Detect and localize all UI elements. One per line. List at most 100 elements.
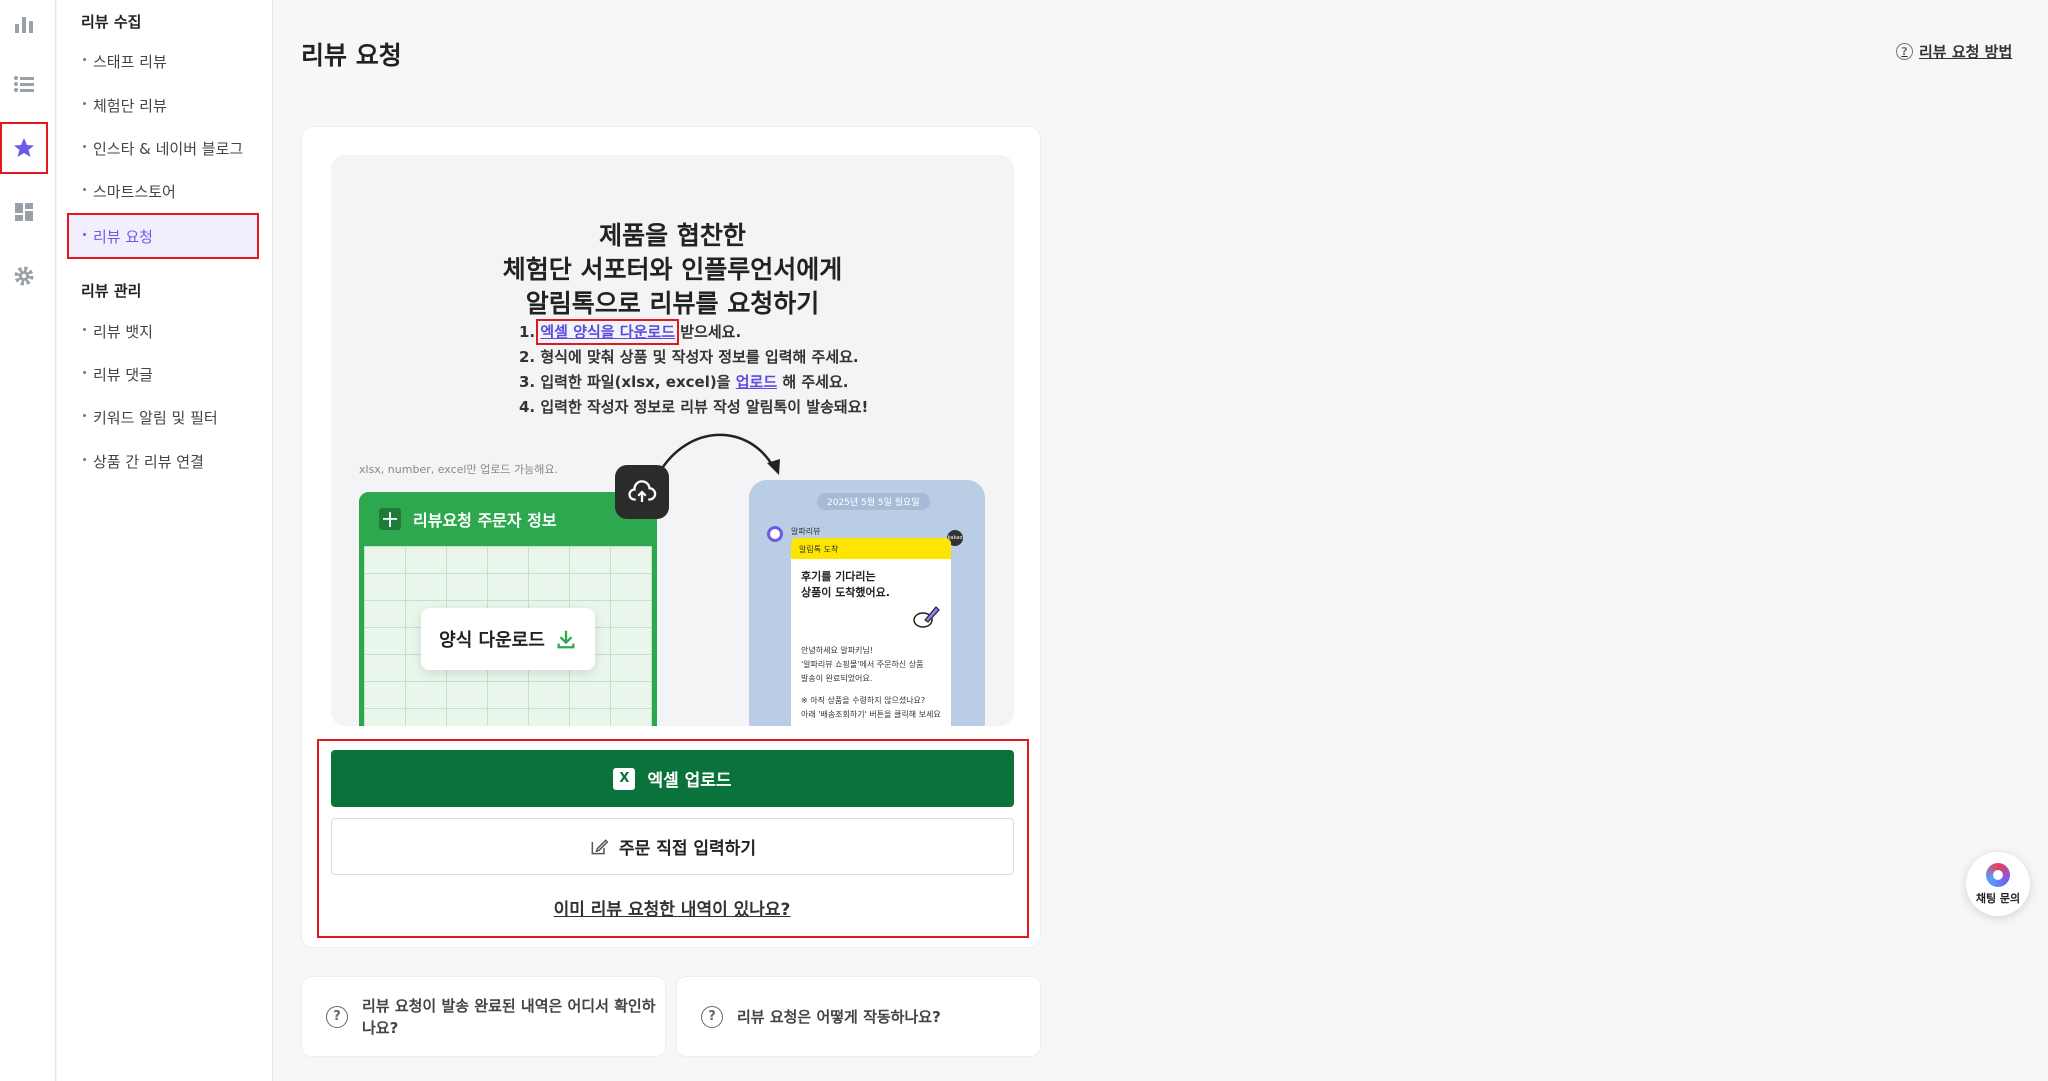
- page-title: 리뷰 요청: [301, 41, 402, 70]
- bullet-icon: [83, 233, 86, 236]
- question-icon: ?: [326, 1005, 348, 1028]
- sender-avatar: [767, 526, 783, 542]
- sheet-title: 리뷰요청 주문자 정보: [413, 511, 557, 530]
- reviews-list-nav[interactable]: [2, 60, 46, 108]
- bullet-icon: [83, 188, 86, 191]
- settings-nav[interactable]: [2, 252, 46, 300]
- faq-question: 리뷰 요청이 발송 완료된 내역은 어디서 확인하나요?: [362, 996, 656, 1037]
- bullet-icon: [83, 102, 86, 105]
- menu-item-label: 키워드 알림 및 필터: [93, 408, 218, 427]
- menu-item-label: 스태프 리뷰: [93, 52, 167, 71]
- phone-illustration: 2025년 5월 5일 월요일 알파리뷰 kakao 알림톡 도착 후기를 기다…: [749, 480, 985, 726]
- message-body-line: 아래 '배송조회하기' 버튼을 클릭해 보세요: [801, 710, 941, 719]
- chat-inquiry-button[interactable]: 채팅 문의: [1966, 852, 2030, 916]
- message-body-line: 안녕하세요 알파키님!: [801, 646, 873, 655]
- message-headline-line: 상품이 도착했어요.: [801, 586, 890, 599]
- manual-order-input-button[interactable]: 주문 직접 입력하기: [331, 818, 1014, 875]
- excel-upload-label: 엑셀 업로드: [647, 771, 732, 791]
- faq-question: 리뷰 요청은 어떻게 작동하나요?: [737, 1007, 941, 1026]
- menu-item-review-comment[interactable]: 리뷰 댓글: [69, 353, 257, 395]
- review-collection-nav[interactable]: [0, 122, 48, 174]
- menu-item-label: 리뷰 요청: [93, 227, 153, 246]
- widgets-nav[interactable]: [2, 188, 46, 236]
- menu-item-label: 리뷰 뱃지: [93, 322, 153, 341]
- menu-item-experience-review[interactable]: 체험단 리뷰: [69, 84, 257, 126]
- star-icon: [14, 138, 34, 157]
- file-format-note: xlsx, number, excel만 업로드 가능해요.: [359, 463, 558, 476]
- menu-item-staff-review[interactable]: 스태프 리뷰: [69, 40, 257, 82]
- message-top-bar: 알림톡 도착: [791, 538, 951, 559]
- sub-menu: 리뷰 수집 스태프 리뷰 체험단 리뷰 인스타 & 네이버 블로그 스마트스토어…: [57, 0, 273, 1081]
- bullet-icon: [83, 145, 86, 148]
- download-chip-label: 양식 다운로드: [439, 630, 545, 651]
- analytics-nav[interactable]: [2, 0, 46, 48]
- pencil-bubble-icon: [913, 606, 940, 628]
- bullet-icon: [83, 58, 86, 61]
- guide-illustration: 제품을 협찬한 체험단 서포터와 인플루언서에게 알림톡으로 리뷰를 요청하기 …: [331, 155, 1014, 726]
- question-icon: ?: [701, 1005, 723, 1028]
- step-1: 1. 엑셀 양식을 다운로드 받으세요.: [519, 319, 868, 345]
- gear-icon: [14, 266, 34, 286]
- edit-icon: [591, 838, 609, 854]
- template-download-chip: 양식 다운로드: [421, 608, 595, 670]
- menu-item-review-badge[interactable]: 리뷰 뱃지: [69, 310, 257, 352]
- step-text: 3. 입력한 파일(xlsx, excel)을: [519, 373, 736, 391]
- step-2: 2. 형식에 맞춰 상품 및 작성자 정보를 입력해 주세요.: [519, 348, 859, 366]
- menu-group-title: 리뷰 관리: [81, 282, 142, 300]
- bullet-icon: [83, 414, 86, 417]
- menu-item-label: 리뷰 댓글: [93, 365, 153, 384]
- review-request-card: 제품을 협찬한 체험단 서포터와 인플루언서에게 알림톡으로 리뷰를 요청하기 …: [301, 126, 1041, 948]
- menu-item-label: 상품 간 리뷰 연결: [93, 452, 204, 471]
- dashboard-icon: [15, 203, 33, 221]
- step-3: 3. 입력한 파일(xlsx, excel)을 업로드 해 주세요.: [519, 370, 868, 395]
- message-body: 안녕하세요 알파키님! '알파리뷰 쇼핑몰'에서 주문하신 상품 발송이 완료되…: [801, 644, 941, 722]
- upload-cloud-illustration: [615, 465, 669, 519]
- faq-card-how-it-works[interactable]: ? 리뷰 요청은 어떻게 작동하나요?: [676, 976, 1041, 1057]
- hero-title-line: 체험단 서포터와 인플루언서에게: [502, 255, 843, 284]
- menu-item-label: 스마트스토어: [93, 182, 176, 201]
- hero-title-line: 알림톡으로 리뷰를 요청하기: [525, 289, 820, 318]
- message-headline-line: 후기를 기다리는: [801, 570, 876, 583]
- menu-item-keyword-filter[interactable]: 키워드 알림 및 필터: [69, 396, 257, 438]
- faq-card-history[interactable]: ? 리뷰 요청이 발송 완료된 내역은 어디서 확인하나요?: [301, 976, 666, 1057]
- bar-chart-icon: [15, 17, 33, 33]
- help-link-label: 리뷰 요청 방법: [1919, 43, 2013, 61]
- sender-name: 알파리뷰: [791, 527, 821, 536]
- request-history-link[interactable]: 이미 리뷰 요청한 내역이 있나요?: [302, 895, 1042, 920]
- alimtalk-message: 알림톡 도착 후기를 기다리는 상품이 도착했어요. 안녕하세요 알파키님! '…: [791, 538, 951, 726]
- download-icon: [557, 630, 575, 649]
- help-link[interactable]: ? 리뷰 요청 방법: [1896, 41, 2012, 62]
- manual-input-label: 주문 직접 입력하기: [619, 839, 756, 859]
- icon-rail: [0, 0, 56, 1081]
- step-4: 4. 입력한 작성자 정보로 리뷰 작성 알림톡이 발송돼요!: [519, 398, 869, 416]
- menu-item-review-link[interactable]: 상품 간 리뷰 연결: [69, 440, 257, 482]
- bullet-icon: [83, 371, 86, 374]
- chat-label: 채팅 문의: [1975, 891, 2021, 905]
- menu-item-smartstore[interactable]: 스마트스토어: [69, 170, 257, 212]
- excel-upload-button[interactable]: X 엑셀 업로드: [331, 750, 1014, 807]
- menu-item-label: 체험단 리뷰: [93, 96, 167, 115]
- menu-group-title: 리뷰 수집: [81, 13, 142, 31]
- excel-template-download-link[interactable]: 엑셀 양식을 다운로드: [536, 319, 680, 345]
- message-body-line: '알파리뷰 쇼핑몰'에서 주문하신 상품: [801, 660, 924, 669]
- bullet-icon: [83, 328, 86, 331]
- excel-icon: X: [613, 767, 636, 790]
- list-icon: [14, 76, 34, 92]
- cloud-upload-icon: [628, 480, 657, 502]
- step-list: 1. 엑셀 양식을 다운로드 받으세요. 2. 형식에 맞춰 상품 및 작성자 …: [519, 319, 869, 420]
- step-text: 받으세요.: [675, 323, 742, 341]
- message-body-line: ※ 아직 상품을 수령하지 않으셨나요?: [801, 696, 926, 705]
- menu-item-review-request[interactable]: 리뷰 요청: [67, 213, 259, 259]
- menu-item-label: 인스타 & 네이버 블로그: [93, 139, 244, 158]
- step-text: 1.: [519, 323, 541, 341]
- question-icon: ?: [1896, 43, 1913, 60]
- phone-date: 2025년 5월 5일 월요일: [817, 493, 930, 510]
- upload-link[interactable]: 업로드: [736, 373, 777, 391]
- menu-item-insta-blog[interactable]: 인스타 & 네이버 블로그: [69, 127, 257, 169]
- hero-title: 제품을 협찬한 체험단 서포터와 인플루언서에게 알림톡으로 리뷰를 요청하기: [331, 219, 1014, 321]
- spreadsheet-icon: 十: [379, 508, 401, 530]
- hero-title-line: 제품을 협찬한: [599, 221, 746, 250]
- bullet-icon: [83, 458, 86, 461]
- sheet-header: 十 리뷰요청 주문자 정보: [359, 492, 657, 546]
- curved-arrow-icon: [657, 433, 780, 475]
